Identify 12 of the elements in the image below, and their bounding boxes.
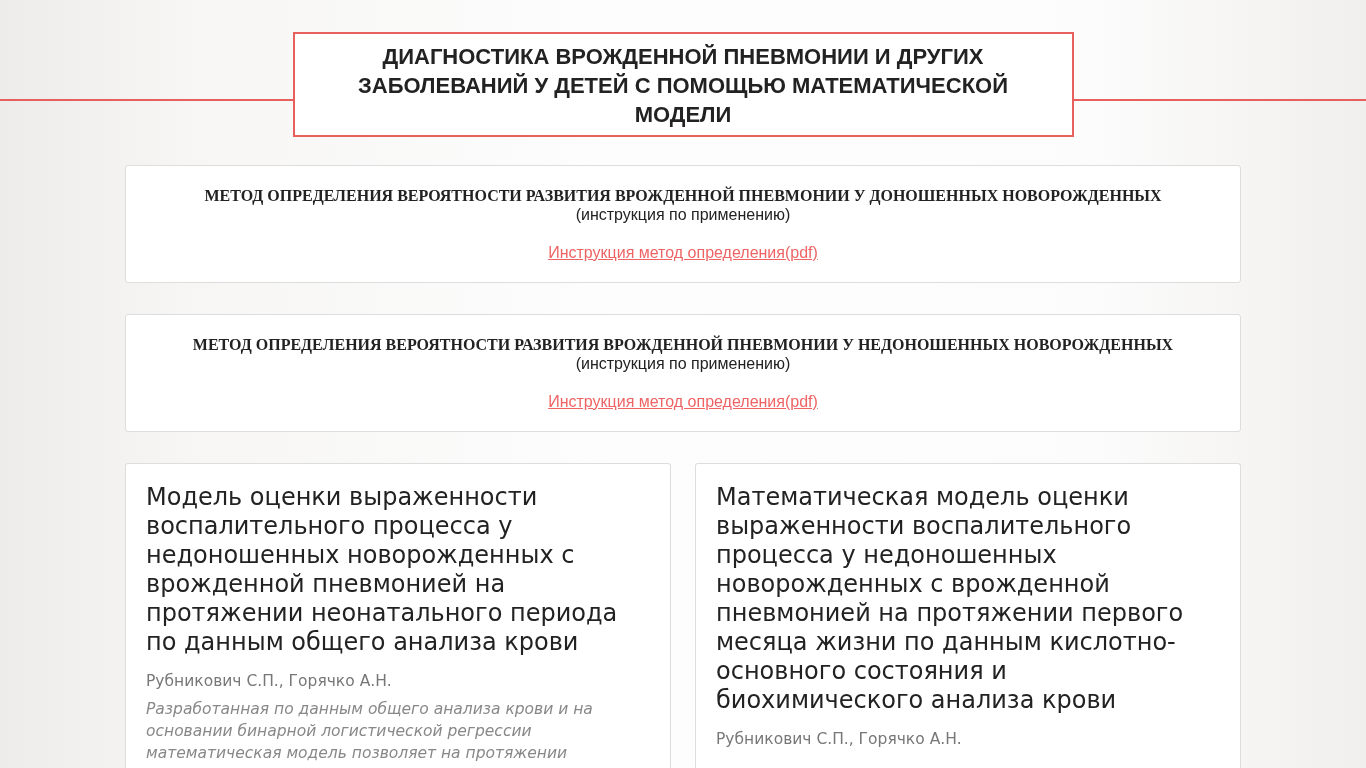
method-title: МЕТОД ОПРЕДЕЛЕНИЯ ВЕРОЯТНОСТИ РАЗВИТИЯ ВРОЖДЕННОЙ ПНЕВМОНИИ У НЕДОНОШЕННЫХ НОВОРОЖДЕННЫХ [191,335,1175,354]
method-subtitle: (инструкция по применению) [574,354,792,373]
method-subtitle: (инструкция по применению) [574,205,792,224]
pdf-link[interactable]: Инструкция метод определения(pdf) [548,392,818,411]
model-authors: Рубникович С.П., Горячко А.Н. [146,671,393,692]
model-title: Модель оценки выраженности воспалительного процесса у недоношенных новорожденных с врожденной пневмонией на протяжении неонатального периода по данным общего анализа крови [146,483,619,657]
pdf-link[interactable]: Инструкция метод определения(pdf) [548,243,818,262]
method-title: МЕТОД ОПРЕДЕЛЕНИЯ ВЕРОЯТНОСТИ РАЗВИТИЯ ВРОЖДЕННОЙ ПНЕВМОНИИ У ДОНОШЕННЫХ НОВОРОЖДЕННЫХ [203,186,1163,205]
model-authors: Рубникович С.П., Горячко А.Н. [716,729,963,750]
page-title: ДИАГНОСТИКА ВРОЖДЕННОЙ ПНЕВМОНИИ И ДРУГИХ ЗАБОЛЕВАНИЙ У ДЕТЕЙ С ПОМОЩЬЮ МАТЕМАТИЧЕСКОЙ МОДЕЛИ [292,32,1074,137]
model-description: Разработанная по данным общего анализа крови и на основании бинарной логистической регрессии математическая модель позволяет на протяжении [146,699,594,764]
model-title: Математическая модель оценки выраженности воспалительного процесса у недоношенных новорожденных с врожденной пневмонией на протяжении первого месяца жизни по данным кислотно-основного состояния и биохимического анализа крови [716,483,1185,715]
